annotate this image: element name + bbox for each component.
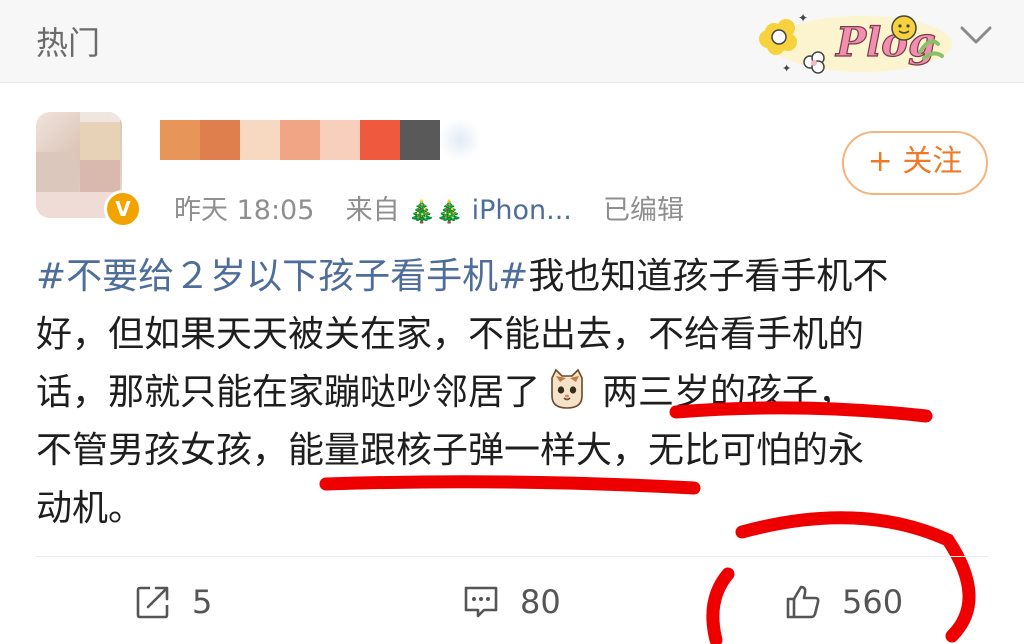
post-line: #不要给２岁以下孩子看手机#我也知道孩子看手机不 [36, 248, 986, 306]
top-bar: 热门 ✦ ✦ Plog [0, 0, 1024, 83]
plog-sticker: ✦ ✦ Plog [759, 11, 952, 75]
post-body: #不要给２岁以下孩子看手机#我也知道孩子看手机不 好，但如果天天被关在家，不能出… [36, 248, 986, 538]
comment-button[interactable]: 80 [462, 582, 561, 622]
post-line: 话，那就只能在家蹦哒吵邻居了 两三岁的孩子， [36, 364, 986, 422]
share-button[interactable]: 5 [134, 582, 212, 622]
post-line: 动机。 [36, 480, 986, 538]
hashtag-link[interactable]: #不要给２岁以下孩子看手机# [36, 256, 528, 297]
post-text: 话，那就只能在家蹦哒吵邻居了 [36, 372, 541, 413]
username-redacted[interactable] [160, 120, 480, 160]
source-link[interactable]: iPhon... [472, 195, 572, 226]
post-time: 昨天 18:05 [174, 195, 315, 226]
post-text: 我也知道孩子看手机不 [528, 256, 889, 297]
page-title: 热门 [36, 24, 101, 62]
share-count: 5 [192, 583, 213, 621]
sticker-text: Plog [835, 19, 936, 66]
comment-icon [464, 586, 498, 618]
comment-count: 80 [520, 583, 561, 621]
svg-text:✦: ✦ [798, 11, 808, 25]
from-label: 来自 [345, 195, 400, 226]
post-meta: 昨天 18:05 来自 🎄🎄 iPhon... 已编辑 [174, 188, 684, 227]
like-count: 560 [842, 583, 904, 621]
cat-emoji-icon [551, 368, 583, 409]
thumbs-up-icon [786, 585, 820, 619]
divider [36, 556, 988, 557]
post-line: 不管男孩女孩，能量跟核子弹一样大，无比可怕的永 [36, 422, 986, 480]
chevron-down-icon[interactable] [958, 22, 994, 48]
post-text: 不管男孩女孩，能量跟核子弹一样大，无比可怕的永 [36, 430, 865, 471]
christmas-tree-icon: 🎄🎄 [408, 200, 463, 225]
edited-label: 已编辑 [603, 195, 685, 226]
post-text: 两三岁的孩子， [602, 372, 855, 413]
post-text: 好，但如果天天被关在家，不能出去，不给看手机的 [36, 314, 865, 355]
svg-text:✦: ✦ [782, 62, 791, 75]
like-button[interactable]: 560 [784, 582, 903, 622]
post-line: 好，但如果天天被关在家，不能出去，不给看手机的 [36, 306, 986, 364]
verified-badge: V [104, 190, 142, 228]
flower-icon [759, 19, 797, 55]
post-text: 动机。 [36, 488, 145, 529]
share-icon [136, 586, 169, 619]
follow-button[interactable]: + 关注 [842, 131, 988, 195]
